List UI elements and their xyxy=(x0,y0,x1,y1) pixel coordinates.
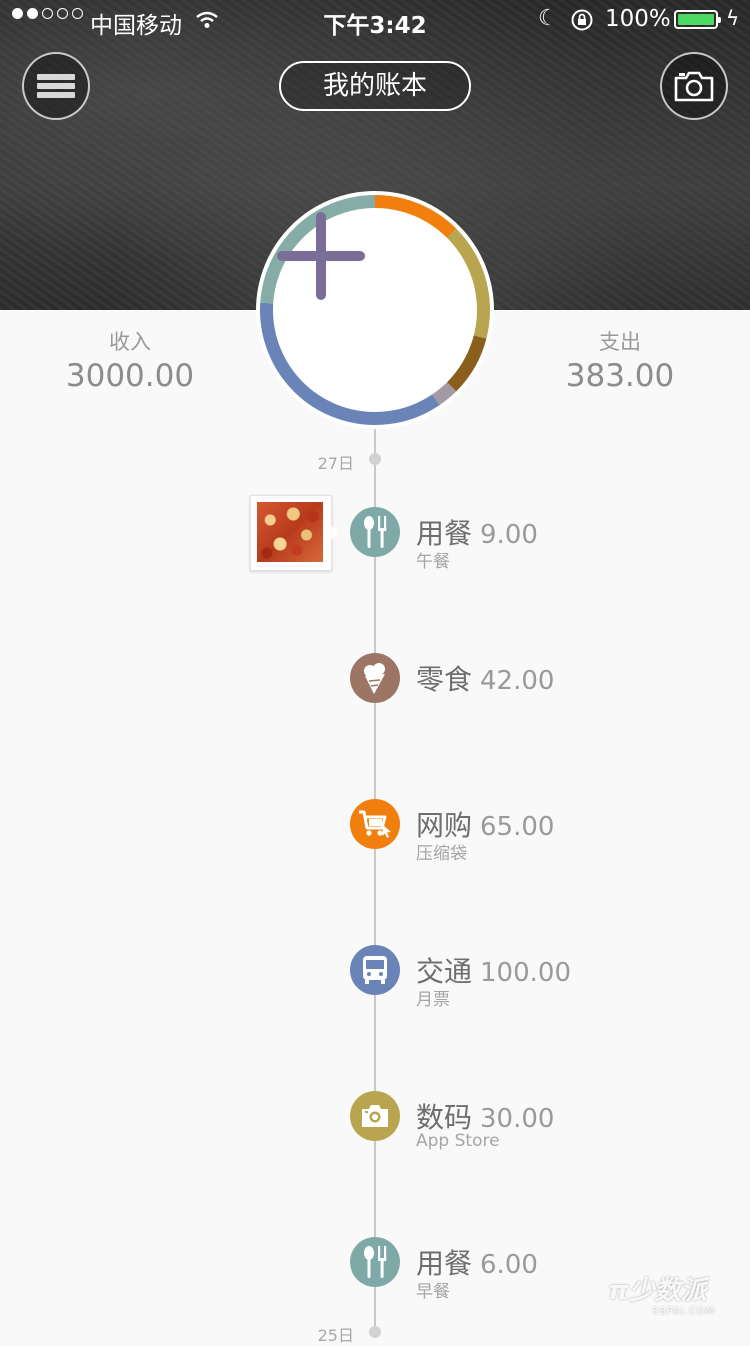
expense-label: 支出 xyxy=(599,330,641,354)
timeline-date: 27日 xyxy=(317,454,354,473)
entry-title: 用餐 9.00 xyxy=(416,512,538,552)
receipt-photo-thumbnail[interactable] xyxy=(250,495,339,571)
camera-icon xyxy=(350,1091,400,1141)
entry-amount: 100.00 xyxy=(480,958,571,988)
entry-amount: 65.00 xyxy=(480,812,555,842)
hamburger-menu-icon xyxy=(37,71,75,101)
entry-amount: 42.00 xyxy=(480,666,555,696)
entry-amount: 30.00 xyxy=(480,1104,555,1134)
moon-icon: ☾ xyxy=(538,6,558,31)
menu-button[interactable] xyxy=(22,52,90,120)
expense-entry[interactable]: 用餐 9.00 午餐 xyxy=(350,507,750,572)
bus-icon xyxy=(350,945,400,995)
account-book-title-button[interactable]: 我的账本 xyxy=(279,61,471,111)
entry-note: 月票 xyxy=(416,990,450,1010)
plus-icon xyxy=(277,212,365,300)
expense-entry[interactable]: 交通 100.00 月票 xyxy=(350,945,750,1010)
timeline-date-dot xyxy=(369,453,381,465)
food-photo xyxy=(257,502,323,562)
entry-title: 交通 100.00 xyxy=(416,950,571,990)
entry-note: 午餐 xyxy=(416,552,450,572)
battery-percent: 100% xyxy=(605,6,671,32)
income-label: 收入 xyxy=(109,330,151,354)
watermark-url: SSPAI.COM xyxy=(652,1306,716,1317)
entry-amount: 9.00 xyxy=(480,520,538,550)
entry-category: 用餐 xyxy=(416,517,473,550)
utensils-icon xyxy=(350,1237,400,1287)
expense-value: 383.00 xyxy=(565,358,675,394)
entry-note: App Store xyxy=(416,1131,500,1151)
income-value: 3000.00 xyxy=(65,358,195,394)
camera-button[interactable] xyxy=(660,52,728,120)
add-entry-button[interactable] xyxy=(273,208,477,412)
rotation-lock-icon xyxy=(570,8,594,38)
entry-note: 压缩袋 xyxy=(416,844,467,864)
timeline-date: 25日 xyxy=(317,1326,354,1345)
battery-icon xyxy=(674,10,721,29)
timeline-date-dot xyxy=(369,1326,381,1338)
utensils-icon xyxy=(350,507,400,557)
ice-cream-icon xyxy=(350,653,400,703)
entry-category: 数码 xyxy=(416,1101,473,1134)
entry-category: 用餐 xyxy=(416,1247,473,1280)
entry-amount: 6.00 xyxy=(480,1250,538,1280)
shopping-cart-icon xyxy=(350,799,400,849)
entry-title: 用餐 6.00 xyxy=(416,1242,538,1282)
expense-entry[interactable]: 零食 42.00 xyxy=(350,653,750,713)
entry-category: 交通 xyxy=(416,955,473,988)
entry-title: 数码 30.00 xyxy=(416,1096,554,1136)
entry-category: 网购 xyxy=(416,809,473,842)
expense-entry[interactable]: 网购 65.00 压缩袋 xyxy=(350,799,750,864)
category-ring xyxy=(255,190,495,430)
expense-entry[interactable]: 数码 30.00 App Store xyxy=(350,1091,750,1151)
charging-bolt-icon: ϟ xyxy=(726,6,740,30)
entry-title: 零食 42.00 xyxy=(416,658,554,698)
entry-note: 早餐 xyxy=(416,1282,450,1302)
watermark-logo-text: π少数派 xyxy=(608,1276,707,1306)
income-summary: 收入 3000.00 xyxy=(30,326,230,394)
status-bar: 中国移动 下午3:42 ☾ 100% ϟ xyxy=(0,0,750,40)
expense-summary: 支出 383.00 xyxy=(520,326,720,394)
sspai-watermark: π少数派 SSPAI.COM xyxy=(608,1270,715,1317)
entry-category: 零食 xyxy=(416,663,473,696)
camera-icon xyxy=(674,71,714,102)
entry-title: 网购 65.00 xyxy=(416,804,554,844)
